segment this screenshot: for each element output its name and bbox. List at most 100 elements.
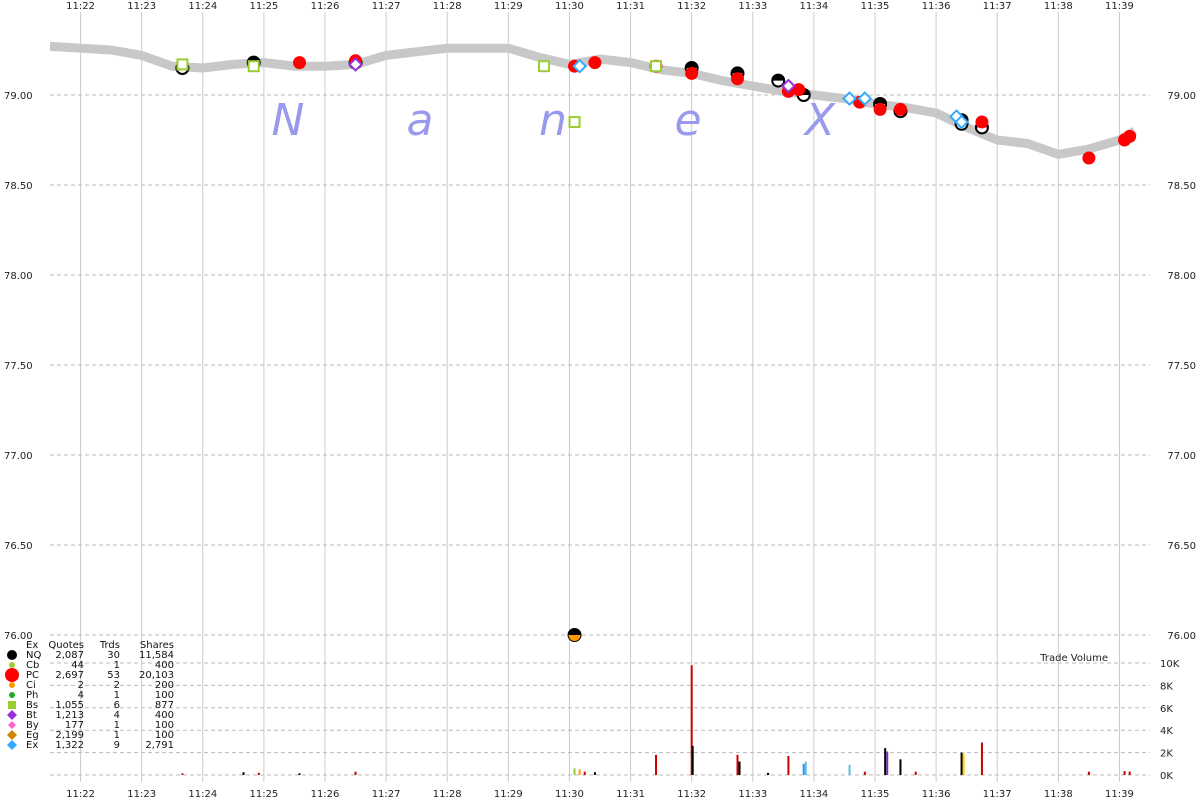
x-tick-label-bottom: 11:39 [1105,789,1134,800]
volume-tick-label: 0K [1160,771,1173,782]
volume-bar [593,772,596,775]
legend-swatch [8,701,16,709]
volume-bar [886,751,889,775]
volume-bar [962,753,965,775]
y-tick-label-right: 79.00 [1167,91,1196,102]
x-tick-label-top: 11:25 [249,1,278,12]
x-tick-label-top: 11:30 [555,1,584,12]
x-tick-label-bottom: 11:22 [66,789,95,800]
x-tick-label-top: 11:26 [311,1,340,12]
x-tick-label-top: 11:27 [372,1,401,12]
x-tick-label-bottom: 11:37 [983,789,1012,800]
trade-marker-pc [588,56,602,70]
volume-bar [257,772,260,775]
volume-bar [583,771,586,775]
x-tick-label-bottom: 11:33 [738,789,767,800]
volume-bar [884,748,887,775]
x-tick-label-top: 11:35 [861,1,890,12]
trade-marker-bs [650,60,663,73]
volume-bar [899,759,902,775]
volume-bar [573,768,576,775]
volume-bar [863,771,866,775]
watermark-letter: X [803,95,836,146]
x-tick-label-bottom: 11:30 [555,789,584,800]
volume-tick-label: 4K [1160,726,1173,737]
volume-bar [1123,771,1126,775]
trade-marker-bs [568,116,581,128]
x-tick-label-bottom: 11:24 [188,789,217,800]
watermark-letter: a [407,95,434,146]
volume-tick-label: 10K [1160,659,1180,670]
x-tick-label-bottom: 11:36 [922,789,951,800]
y-tick-label-right: 78.50 [1167,181,1196,192]
x-tick-label-top: 11:23 [127,1,156,12]
legend-quotes: 1,322 [55,740,84,751]
chart-svg: 11:22 11:22 11:23 11:23 11:24 11:24 11:25 11:25… [4,1,1196,800]
x-tick-label-top: 11:34 [799,1,828,12]
volume-bar [804,761,807,775]
legend-swatch [9,662,15,668]
y-tick-label-left: 78.00 [4,271,33,282]
x-tick-label-top: 11:33 [738,1,767,12]
legend-swatch [8,721,16,729]
legend-exchange: Ex [26,740,38,751]
y-tick-label-right: 77.50 [1167,361,1196,372]
volume-bar [802,763,805,775]
trade-marker-pc [731,72,744,86]
x-tick-label-bottom: 11:32 [677,789,706,800]
x-tick-label-bottom: 11:25 [249,789,278,800]
volume-bar [298,773,301,775]
x-tick-label-bottom: 11:34 [799,789,828,800]
x-tick-label-bottom: 11:28 [433,789,462,800]
x-tick-label-top: 11:36 [922,1,951,12]
volume-bar [960,752,963,775]
legend-swatch [7,650,17,660]
legend-shares: 2,791 [145,740,174,751]
watermark-letter: N [272,95,305,146]
volume-tick-label: 8K [1160,681,1173,692]
legend-swatch [9,692,15,698]
x-tick-label-top: 11:31 [616,1,645,12]
x-tick-label-top: 11:24 [188,1,217,12]
x-tick-label-bottom: 11:38 [1044,789,1073,800]
y-tick-label-right: 76.50 [1167,541,1196,552]
legend-swatch [5,668,19,682]
price-chart: 11:22 11:22 11:23 11:23 11:24 11:24 11:25 11:25… [0,0,1200,800]
trade-marker-pc [975,115,989,129]
watermark-letter: n [539,95,567,146]
y-tick-label-right: 78.00 [1167,271,1196,282]
x-tick-label-top: 11:39 [1105,1,1134,12]
trade-marker-bs [176,58,189,71]
x-tick-label-bottom: 11:26 [311,789,340,800]
x-tick-label-top: 11:37 [983,1,1012,12]
legend-swatch [7,740,17,750]
x-tick-label-top: 11:22 [66,1,95,12]
legend-swatch [7,730,17,740]
volume-bar [655,754,658,775]
y-tick-label-left: 76.50 [4,541,33,552]
volume-bar [1128,771,1131,775]
y-tick-label-right: 76.00 [1167,631,1196,642]
trade-marker-bs [247,60,260,73]
volume-title: Trade Volume [1039,653,1108,664]
x-tick-label-top: 11:28 [433,1,462,12]
y-tick-label-left: 79.00 [4,91,33,102]
watermark-letter: e [674,95,701,146]
trade-marker-bs [537,60,550,73]
volume-bar [980,742,983,775]
volume-bar [578,769,581,775]
x-tick-label-top: 11:29 [494,1,523,12]
volume-bar [787,755,790,775]
legend-swatch [7,710,17,720]
volume-bar [691,745,694,775]
y-tick-label-left: 78.50 [4,181,33,192]
volume-bar [848,764,851,775]
y-tick-label-right: 77.00 [1167,451,1196,462]
trade-marker-pc [1123,129,1137,143]
x-tick-label-bottom: 11:27 [372,789,401,800]
y-tick-label-left: 77.50 [4,361,33,372]
y-tick-label-left: 77.00 [4,451,33,462]
trade-marker-pc [293,56,307,70]
volume-bar [767,772,770,775]
volume-tick-label: 2K [1160,749,1173,760]
